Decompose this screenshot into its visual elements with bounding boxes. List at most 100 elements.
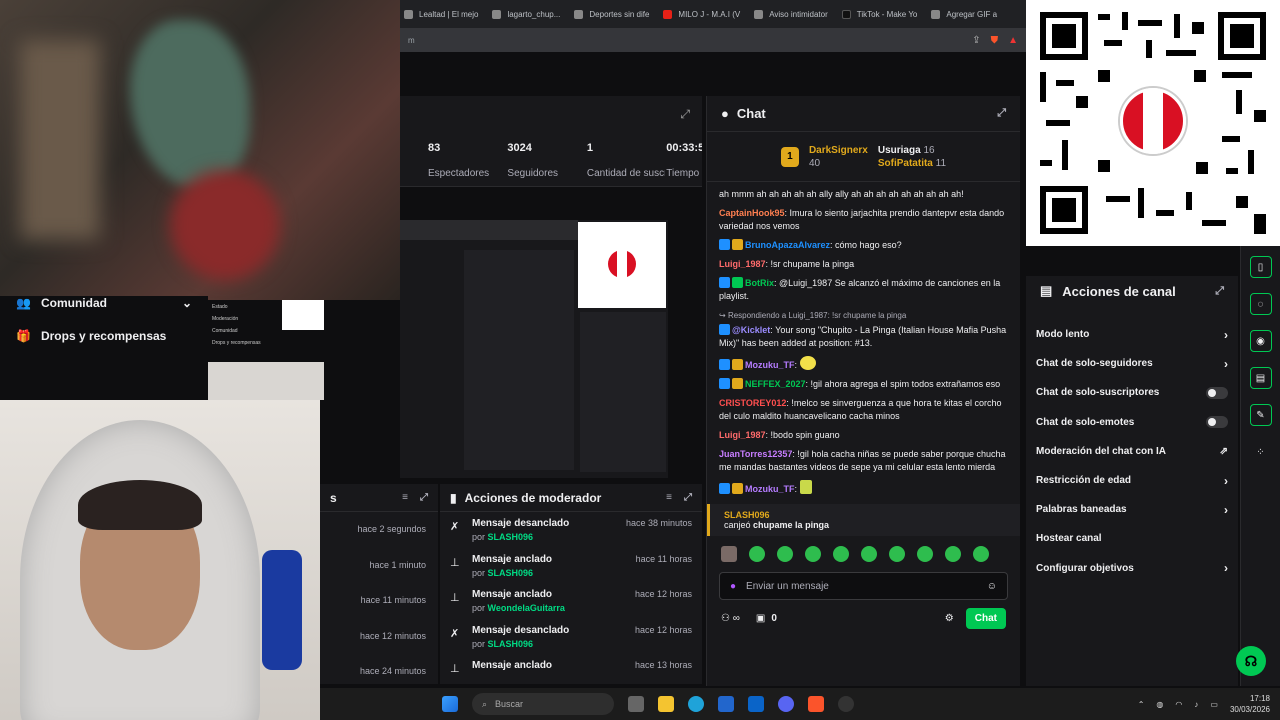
popout-icon[interactable]: ⤢ <box>684 492 692 503</box>
chat-username[interactable]: Luigi_1987 <box>719 430 766 440</box>
browser-tab[interactable]: Aviso intimidator <box>754 9 828 19</box>
brave-shield-icon[interactable]: ⛊ <box>991 35 999 46</box>
users-icon: 👥 <box>16 296 31 310</box>
emote-icon[interactable] <box>889 546 905 562</box>
emote-icon[interactable] <box>749 546 765 562</box>
microphone-icon[interactable]: ● <box>730 581 736 592</box>
emote-icon[interactable] <box>721 546 737 562</box>
moderator-name[interactable]: SLASH096 <box>488 532 534 542</box>
chat-username[interactable]: Mozuku_TF <box>745 360 795 370</box>
sidebar-item-drops[interactable]: 🎁 Drops y recompensas <box>0 320 208 352</box>
filter-icon[interactable]: ≡ <box>402 492 408 503</box>
chat-username[interactable]: NEFFEX_2027 <box>745 379 806 389</box>
channel-action-age-restriction[interactable]: Restricción de edad › <box>1026 466 1238 495</box>
activity-time: hace 12 minutos <box>359 630 426 641</box>
brave-rewards-icon[interactable]: ▲ <box>1008 35 1018 46</box>
sidebar-item-community[interactable]: 👥 Comunidad ⌄ <box>0 296 208 310</box>
popout-icon[interactable]: ⤢ <box>1215 285 1224 298</box>
chat-username[interactable]: BrunoApazaAlvarez <box>745 240 830 250</box>
browser-tab[interactable]: lagarto_chup... <box>492 9 560 19</box>
clock[interactable]: 17:18 30/03/2026 <box>1230 693 1270 715</box>
help-button[interactable]: ☊ <box>1236 646 1266 676</box>
wifi-icon[interactable]: ◠ <box>1175 700 1182 709</box>
emote-icon[interactable] <box>973 546 989 562</box>
popout-icon[interactable]: ⤢ <box>420 492 428 503</box>
edge-icon[interactable] <box>688 696 704 712</box>
qr-code-overlay <box>1026 0 1280 246</box>
channel-action-ai-moderation[interactable]: Moderación del chat con IA ⇗ <box>1026 437 1238 466</box>
volume-icon[interactable]: ♪ <box>1194 700 1198 709</box>
emote-icon[interactable] <box>945 546 961 562</box>
network-icon[interactable]: ◍ <box>1156 700 1163 709</box>
emote-icon[interactable] <box>833 546 849 562</box>
chat-username[interactable]: Luigi_1987 <box>719 259 766 269</box>
browser-tab[interactable]: TikTok - Make Yo <box>841 9 918 19</box>
activity-time: hace 24 minutos <box>359 666 426 676</box>
filter-icon[interactable]: ≡ <box>666 492 672 503</box>
chat-widget-icon[interactable]: ◌ <box>1249 293 1272 315</box>
chat-username[interactable]: @Kicklet <box>732 325 770 335</box>
by-prefix: por <box>472 532 486 542</box>
discord-icon[interactable] <box>778 696 794 712</box>
channel-action-goals[interactable]: Configurar objetivos › <box>1026 554 1238 583</box>
emote-icon[interactable] <box>917 546 933 562</box>
emotes-only-toggle[interactable] <box>1206 416 1228 429</box>
tools-widget-icon[interactable]: ✎ <box>1249 404 1272 426</box>
chat-username[interactable]: CRISTOREY012 <box>719 398 786 408</box>
chat-message-input[interactable]: ● Enviar un mensaje ☺ <box>719 572 1008 600</box>
windows-start-icon[interactable] <box>442 696 458 712</box>
emote-icon[interactable] <box>805 546 821 562</box>
channel-action-label: Modo lento <box>1036 329 1090 341</box>
taskbar-search[interactable]: ⌕ Buscar <box>472 693 614 715</box>
redeemer-name[interactable]: SLASH096 <box>724 510 1006 520</box>
gift-icon[interactable]: ▣ <box>756 613 765 624</box>
browser-tab[interactable]: Deportes sin dife <box>574 9 649 19</box>
stream-stats-panel: ⤢ 83 Espectadores 3024 Seguidores 1 Cantida… <box>400 96 702 186</box>
obs-icon[interactable] <box>838 696 854 712</box>
store-icon[interactable] <box>718 696 734 712</box>
channel-action-host[interactable]: Hostear canal <box>1026 524 1238 553</box>
file-explorer-icon[interactable] <box>658 696 674 712</box>
mod-actions-widget-icon[interactable]: ▤ <box>1249 367 1272 389</box>
leaderboard-second-name[interactable]: Usuriaga <box>878 145 921 156</box>
settings-gear-icon[interactable]: ⚙ <box>945 613 954 624</box>
audio-widget-icon[interactable]: ◉ <box>1249 330 1272 352</box>
chat-message: BrunoApazaAlvarez: cómo hago eso? <box>719 239 1008 252</box>
leaderboard-third-name[interactable]: SofiPatatita <box>878 158 933 169</box>
emoji-picker-icon[interactable]: ☺ <box>987 581 997 592</box>
share-icon[interactable]: ⇪ <box>972 35 980 46</box>
channel-action-followers-only[interactable]: Chat de solo-seguidores › <box>1026 349 1238 378</box>
moderator-name[interactable]: SLASH096 <box>488 639 534 649</box>
chat-username[interactable]: CaptainHook95 <box>719 208 785 218</box>
mod-action-label: Mensaje anclado <box>472 589 553 600</box>
task-view-icon[interactable] <box>628 696 644 712</box>
channel-action-banned-words[interactable]: Palabras baneadas › <box>1026 495 1238 524</box>
chat-username[interactable]: BotRix <box>745 278 774 288</box>
browser-tab[interactable]: MILO J - M.A.I (V <box>663 9 740 19</box>
chat-username[interactable]: JuanTorres12357 <box>719 449 792 459</box>
chat-send-button[interactable]: Chat <box>965 608 1006 629</box>
stats-widget-icon[interactable]: ▯ <box>1249 256 1272 278</box>
channel-action-slow-mode[interactable]: Modo lento › <box>1026 320 1238 349</box>
battery-icon[interactable]: ▭ <box>1210 700 1218 709</box>
address-bar[interactable]: m ⇪ ⛊ ▲ <box>400 28 1026 52</box>
emote-icon[interactable] <box>777 546 793 562</box>
leaderboard-first-name[interactable]: DarkSignerx <box>809 145 868 156</box>
add-widget-icon[interactable]: ⁘ <box>1250 441 1272 463</box>
popout-icon[interactable]: ⤢ <box>997 107 1006 120</box>
brave-icon[interactable] <box>808 696 824 712</box>
browser-tab[interactable]: Agregar GIF a <box>931 9 997 19</box>
chat-username[interactable]: Mozuku_TF <box>745 484 795 494</box>
browser-tab[interactable]: Lealtad | El mejo <box>404 9 478 19</box>
moderator-name[interactable]: WeondelaGuitarra <box>488 603 565 613</box>
mod-action-time: hace 13 horas <box>634 660 692 670</box>
popout-icon[interactable]: ⤢ <box>680 107 690 122</box>
tab-title: TikTok - Make Yo <box>856 9 918 19</box>
chevron-up-icon[interactable]: ⌃ <box>1138 700 1145 709</box>
moderator-name[interactable]: SLASH096 <box>488 568 534 578</box>
emote-icon[interactable] <box>861 546 877 562</box>
channel-points-icon[interactable]: ⚇ ∞ <box>721 613 740 624</box>
clock-date: 30/03/2026 <box>1229 705 1270 714</box>
subscribers-only-toggle[interactable] <box>1206 386 1228 399</box>
outlook-icon[interactable] <box>748 696 764 712</box>
